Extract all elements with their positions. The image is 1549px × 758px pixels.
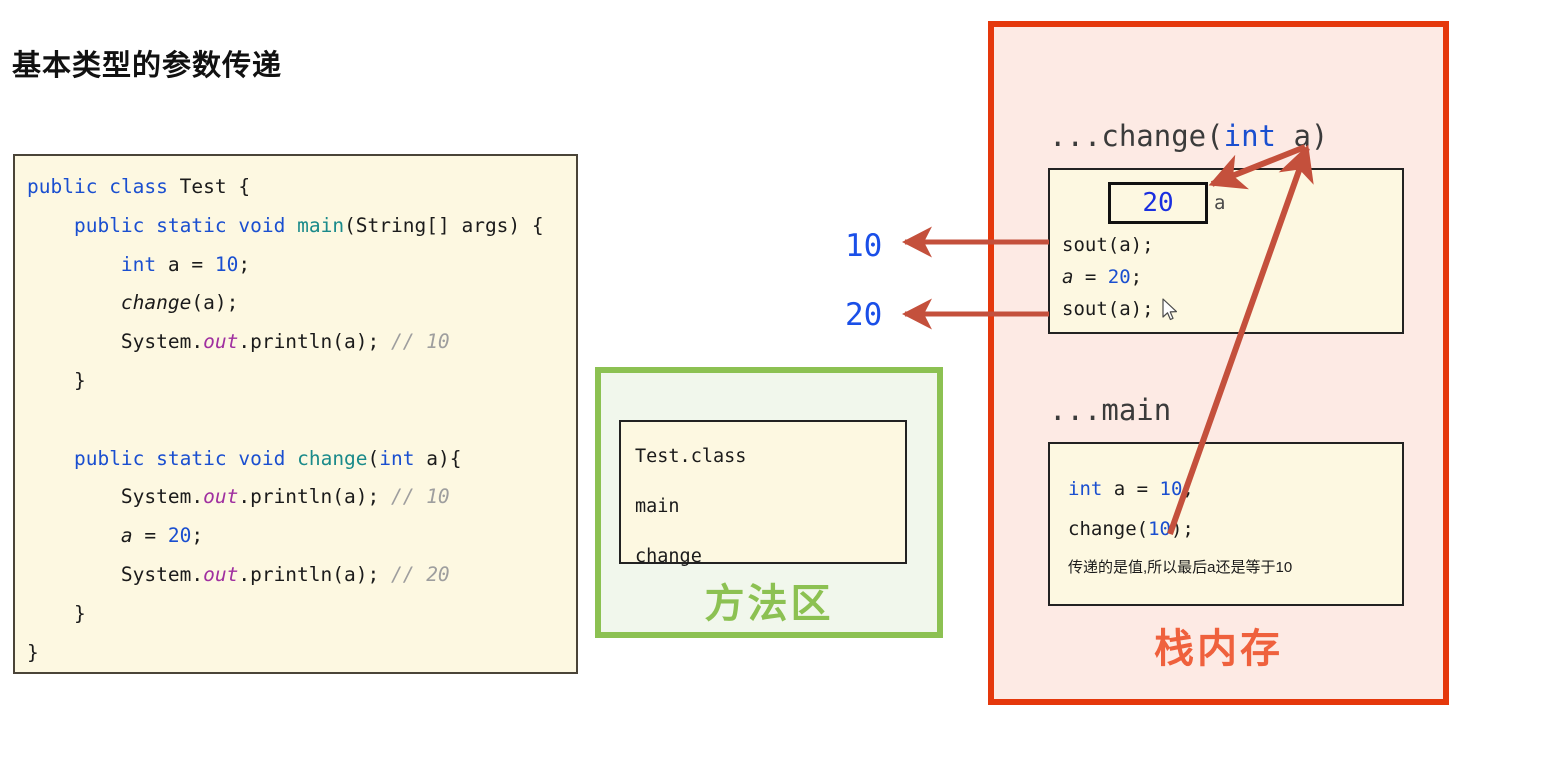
change-frame-line-var: a bbox=[1062, 266, 1074, 288]
change-frame-line: a = 20; bbox=[1062, 266, 1142, 288]
code-line: } bbox=[27, 640, 39, 664]
main-frame-line-kw: int bbox=[1068, 478, 1103, 500]
code-line: change(a); bbox=[120, 291, 239, 315]
main-frame-line-var: a = bbox=[1102, 478, 1160, 500]
change-frame-header-suffix: a) bbox=[1276, 119, 1329, 153]
main-frame-line-num: 10 bbox=[1159, 478, 1183, 500]
code-line: System.out.println(a); // 20 bbox=[27, 562, 450, 586]
code-line: } bbox=[27, 368, 86, 392]
main-frame-call-pre: change( bbox=[1068, 518, 1149, 540]
method-area-label: 方法区 bbox=[704, 582, 834, 626]
change-frame-header: ...change(int a) bbox=[1049, 119, 1328, 153]
change-variable-cell: 20 bbox=[1108, 182, 1208, 224]
code-line: public class Test { bbox=[27, 175, 251, 198]
mouse-pointer-icon bbox=[1162, 298, 1177, 321]
main-frame-box: int a = 10; change(10); 传递的是值,所以最后a还是等于1… bbox=[1048, 442, 1404, 606]
stack-memory-label: 栈内存 bbox=[1154, 627, 1283, 671]
change-frame-box: 20 a sout(a); a = 20; sout(a); bbox=[1048, 168, 1404, 334]
code-line: public static void main(String[] args) { bbox=[73, 213, 544, 237]
main-frame-line: change(10); bbox=[1068, 518, 1194, 540]
main-frame-note: 传递的是值,所以最后a还是等于10 bbox=[1068, 559, 1293, 576]
code-line: int a = 10; bbox=[120, 252, 251, 276]
main-frame-line: int a = 10; bbox=[1068, 478, 1194, 500]
change-frame-line-end: ; bbox=[1130, 266, 1143, 288]
code-line: a = 20; bbox=[120, 524, 204, 548]
output-label-second: 20 bbox=[845, 297, 883, 333]
main-frame-header: ...main bbox=[1049, 393, 1172, 427]
code-line: System.out.println(a); // 10 bbox=[27, 485, 450, 509]
change-frame-header-type: int bbox=[1223, 119, 1276, 153]
change-frame-header-prefix: ...change( bbox=[1049, 119, 1224, 153]
method-area-entry: Test.class bbox=[635, 446, 747, 467]
output-label-first: 10 bbox=[845, 228, 883, 264]
main-frame-call-num: 10 bbox=[1148, 518, 1171, 540]
change-frame-line: sout(a); bbox=[1062, 234, 1154, 256]
code-line: } bbox=[27, 601, 86, 625]
page-title: 基本类型的参数传递 bbox=[12, 50, 283, 82]
code-line: System.out.println(a); // 10 bbox=[27, 330, 450, 354]
main-frame-line-end: ; bbox=[1182, 478, 1194, 500]
code-line: public static void change(int a){ bbox=[73, 446, 462, 470]
method-area-panel: Test.class main change 方法区 bbox=[595, 367, 943, 638]
change-variable-name: a bbox=[1214, 192, 1226, 214]
change-variable-value: 20 bbox=[1142, 188, 1174, 218]
main-frame-call-post: ); bbox=[1170, 518, 1194, 540]
change-frame-line: sout(a); bbox=[1062, 298, 1154, 320]
change-frame-line-mid: = bbox=[1073, 266, 1108, 288]
change-frame-line-num: 20 bbox=[1107, 266, 1131, 288]
method-area-entry: main bbox=[635, 496, 680, 517]
method-area-class-box: Test.class main change bbox=[619, 420, 907, 567]
code-panel: public class Test { public static void m… bbox=[13, 154, 578, 674]
